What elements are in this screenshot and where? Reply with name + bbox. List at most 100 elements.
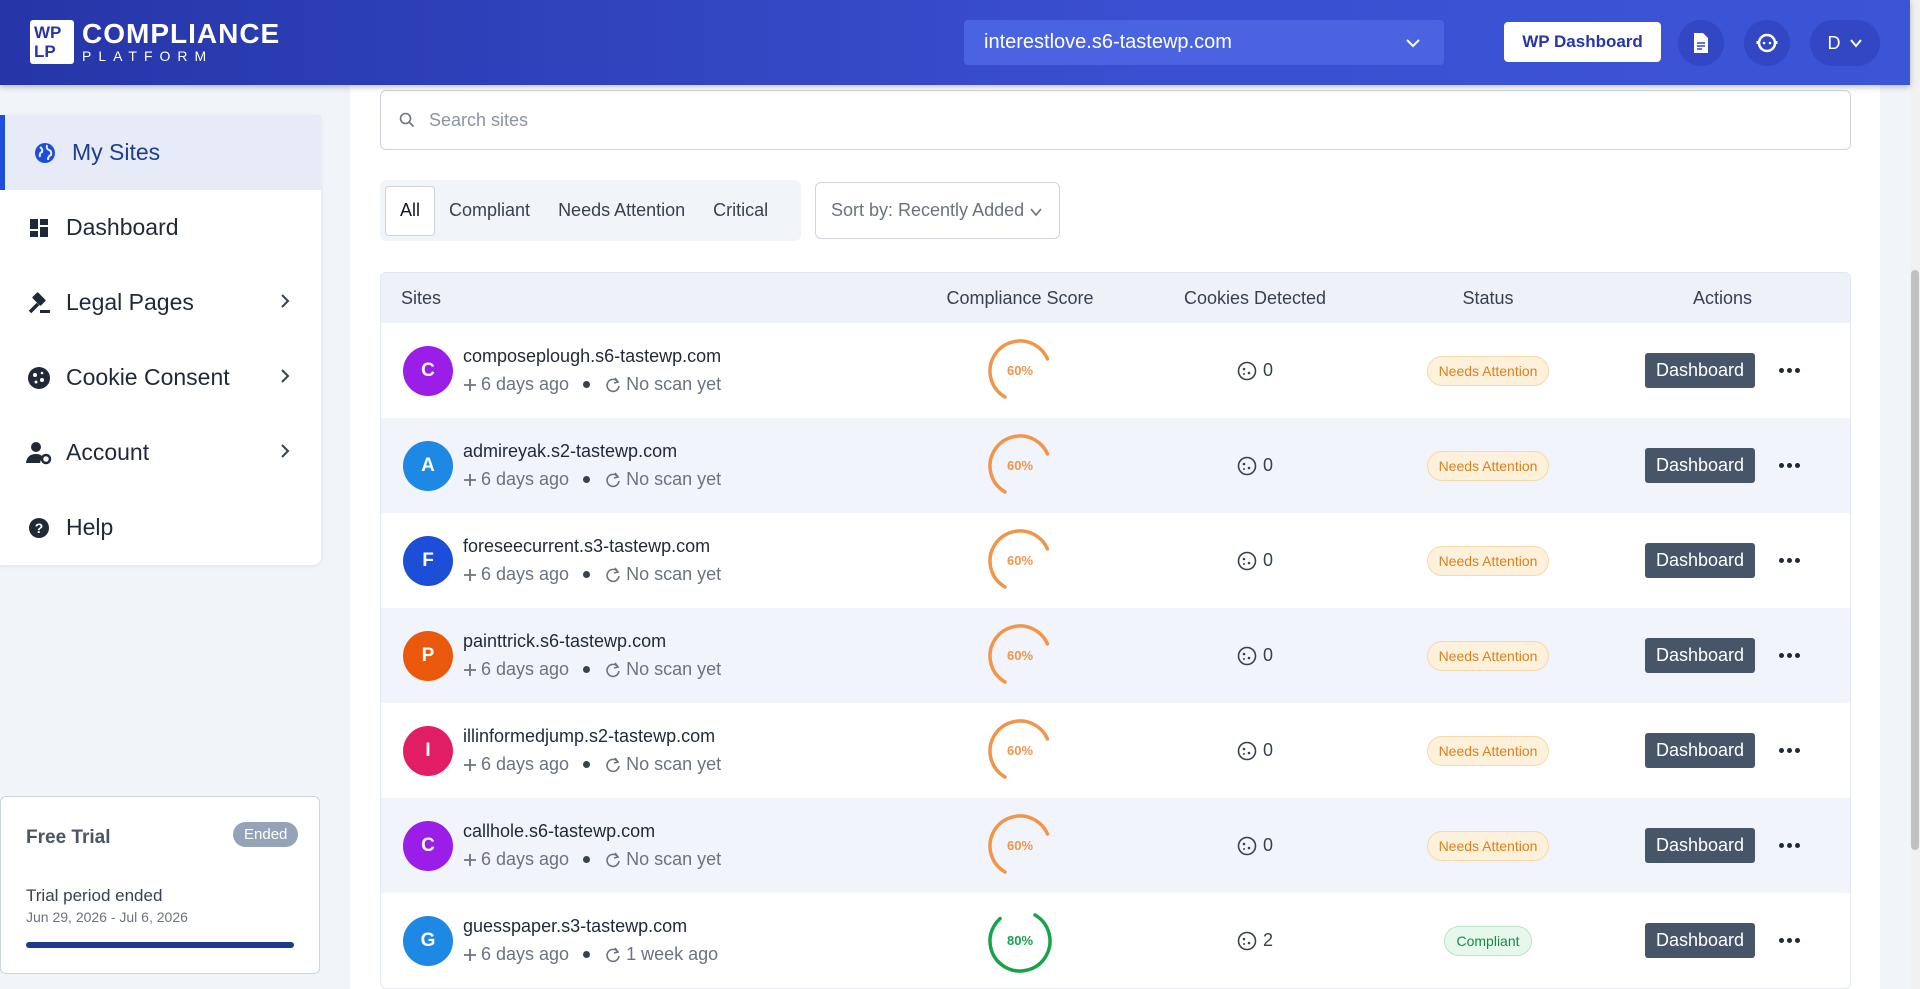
- support-button[interactable]: [1744, 20, 1790, 66]
- site-name[interactable]: painttrick.s6-tastewp.com: [463, 631, 721, 652]
- sidebar-item-label: Cookie Consent: [66, 364, 230, 390]
- user-initial: D: [1827, 32, 1841, 53]
- more-options-icon[interactable]: [1779, 463, 1801, 468]
- plus-icon: [464, 853, 476, 866]
- chevron-down-icon: [1030, 208, 1042, 217]
- cookies-cell: 0: [1139, 550, 1371, 571]
- cookies-count: 0: [1262, 835, 1273, 855]
- table-row[interactable]: F foreseecurrent.s3-tastewp.com 6 days a…: [381, 513, 1850, 608]
- more-options-icon[interactable]: [1779, 653, 1801, 658]
- avatar: A: [403, 440, 453, 491]
- more-options-icon[interactable]: [1779, 558, 1801, 563]
- cookies-cell: 0: [1139, 740, 1371, 761]
- more-options-icon[interactable]: [1779, 368, 1801, 373]
- cookies-cell: 0: [1139, 645, 1371, 666]
- support-icon: [1756, 33, 1778, 53]
- sort-dropdown[interactable]: Sort by: Recently Added: [815, 182, 1060, 239]
- compliance-score-ring: 60%: [988, 718, 1052, 783]
- filter-tab-critical[interactable]: Critical: [699, 186, 782, 236]
- separator-dot: [583, 761, 591, 768]
- avatar: C: [403, 820, 453, 871]
- site-dashboard-button[interactable]: Dashboard: [1644, 733, 1756, 768]
- cookies-cell: 0: [1139, 455, 1371, 476]
- table-row[interactable]: A admireyak.s2-tastewp.com 6 days ago No…: [381, 418, 1850, 513]
- site-name[interactable]: foreseecurrent.s3-tastewp.com: [463, 536, 721, 557]
- table-row[interactable]: C callhole.s6-tastewp.com 6 days ago No …: [381, 798, 1850, 893]
- site-name[interactable]: illinformedjump.s2-tastewp.com: [463, 726, 721, 747]
- site-selector[interactable]: interestlove.s6-tastewp.com: [964, 20, 1444, 65]
- scan-status: No scan yet: [626, 659, 722, 679]
- site-dashboard-button[interactable]: Dashboard: [1644, 448, 1756, 483]
- status-cell: Needs Attention: [1371, 450, 1605, 481]
- site-dashboard-button[interactable]: Dashboard: [1644, 353, 1756, 388]
- site-name[interactable]: callhole.s6-tastewp.com: [463, 821, 721, 842]
- actions-cell: Dashboard: [1605, 448, 1840, 483]
- cookie-icon: [1237, 931, 1257, 950]
- search-icon: [399, 112, 415, 128]
- column-header-sites: Sites: [401, 287, 442, 308]
- table-row[interactable]: G guesspaper.s3-tastewp.com 6 days ago 1…: [381, 893, 1850, 988]
- added-time: 6 days ago: [481, 564, 570, 584]
- sidebar-item-cookie-consent[interactable]: Cookie Consent: [0, 340, 321, 415]
- table-header: Sites Compliance Score Cookies Detected …: [381, 273, 1850, 323]
- refresh-icon: [606, 757, 620, 772]
- plus-icon: [464, 663, 476, 676]
- avatar: C: [403, 345, 453, 396]
- added-time: 6 days ago: [481, 944, 570, 964]
- sidebar-item-account[interactable]: Account: [0, 415, 321, 490]
- user-menu-button[interactable]: D: [1810, 20, 1880, 66]
- compliance-score-label: 60%: [1007, 743, 1033, 758]
- sidebar-item-legal-pages[interactable]: Legal Pages: [0, 265, 321, 340]
- filter-tab-all[interactable]: All: [385, 185, 436, 236]
- site-cell: P painttrick.s6-tastewp.com 6 days ago N…: [381, 630, 901, 681]
- compliance-score-label: 60%: [1007, 838, 1033, 853]
- chevron-down-icon: [1406, 39, 1420, 48]
- site-cell: A admireyak.s2-tastewp.com 6 days ago No…: [381, 440, 901, 491]
- site-dashboard-button[interactable]: Dashboard: [1644, 543, 1756, 578]
- more-options-icon[interactable]: [1779, 938, 1801, 943]
- actions-cell: Dashboard: [1605, 543, 1840, 578]
- site-name[interactable]: admireyak.s2-tastewp.com: [463, 441, 721, 462]
- compliance-score-ring: 60%: [988, 623, 1052, 688]
- logo-subtitle: PLATFORM: [82, 48, 214, 64]
- scrollbar-thumb[interactable]: [1911, 270, 1919, 850]
- site-dashboard-button[interactable]: Dashboard: [1644, 828, 1756, 863]
- cookies-cell: 2: [1139, 930, 1371, 951]
- search-input[interactable]: [429, 109, 1729, 131]
- main-panel: All Compliant Needs Attention Critical S…: [350, 60, 1880, 989]
- more-options-icon[interactable]: [1779, 748, 1801, 753]
- actions-cell: Dashboard: [1605, 638, 1840, 673]
- filter-tab-needs-attention[interactable]: Needs Attention: [544, 186, 699, 236]
- site-name[interactable]: guesspaper.s3-tastewp.com: [463, 916, 718, 937]
- table-row[interactable]: P painttrick.s6-tastewp.com 6 days ago N…: [381, 608, 1850, 703]
- added-time: 6 days ago: [481, 754, 570, 774]
- logo[interactable]: WP LP COMPLIANCE PLATFORM: [30, 20, 280, 64]
- site-name[interactable]: composeplough.s6-tastewp.com: [463, 346, 721, 367]
- plus-icon: [464, 948, 476, 961]
- column-header-actions: Actions: [1692, 287, 1753, 308]
- site-dashboard-button[interactable]: Dashboard: [1644, 638, 1756, 673]
- document-button[interactable]: [1678, 20, 1724, 66]
- site-cell: C callhole.s6-tastewp.com 6 days ago No …: [381, 820, 901, 871]
- sidebar-item-dashboard[interactable]: Dashboard: [0, 190, 321, 265]
- search-box[interactable]: [380, 90, 1851, 150]
- sidebar-item-label: Legal Pages: [66, 289, 194, 315]
- added-time: 6 days ago: [481, 469, 570, 489]
- compliance-score-label: 60%: [1007, 553, 1033, 568]
- avatar: I: [403, 725, 453, 776]
- table-row[interactable]: I illinformedjump.s2-tastewp.com 6 days …: [381, 703, 1850, 798]
- separator-dot: [583, 571, 591, 578]
- cookie-icon: [1237, 646, 1257, 665]
- more-options-icon[interactable]: [1779, 843, 1801, 848]
- site-dashboard-button[interactable]: Dashboard: [1644, 923, 1756, 958]
- status-badge: Compliant: [1444, 925, 1532, 956]
- cookies-count: 0: [1262, 360, 1273, 380]
- sidebar-item-my-sites[interactable]: My Sites: [0, 115, 321, 190]
- refresh-icon: [606, 852, 620, 867]
- trial-dates: Jun 29, 2026 - Jul 6, 2026: [26, 909, 188, 925]
- score-cell: 80%: [901, 905, 1139, 977]
- filter-tab-compliant[interactable]: Compliant: [435, 186, 544, 236]
- table-row[interactable]: C composeplough.s6-tastewp.com 6 days ag…: [381, 323, 1850, 418]
- wp-dashboard-button[interactable]: WP Dashboard: [1504, 22, 1661, 62]
- sidebar-item-help[interactable]: ? Help: [0, 490, 321, 565]
